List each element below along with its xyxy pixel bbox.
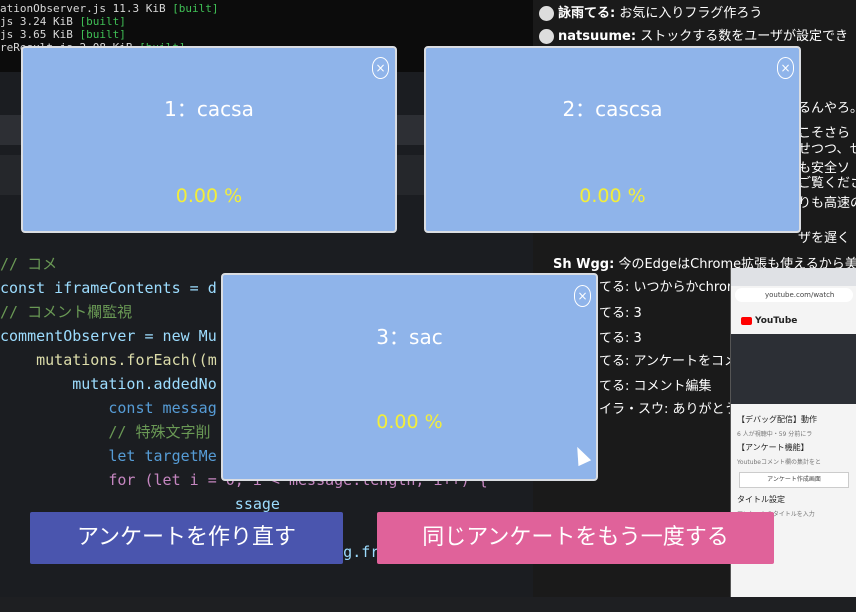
chat-message: るんやろ。	[798, 101, 856, 116]
avatar	[539, 29, 554, 44]
survey-option-card-2: × 2：cascsa 0.00 %	[424, 46, 801, 233]
option-label: 3：sac	[376, 325, 443, 349]
terminal-line: ationObserver.js 11.3 KiB [built]	[0, 2, 219, 15]
close-icon[interactable]: ×	[372, 57, 389, 79]
chat-message: てる: 3	[599, 331, 642, 346]
close-icon[interactable]: ×	[574, 285, 591, 307]
browser-address-bar[interactable]: youtube.com/watch	[735, 288, 853, 302]
browser-tab-strip	[731, 268, 856, 286]
viewer-count: 6 人が視聴中・59 分前にラ	[737, 431, 813, 438]
chat-message: ご覧くださ	[798, 176, 856, 191]
create-survey-button[interactable]: アンケート作成画面	[739, 472, 849, 488]
chat-message: ザを遅く	[798, 231, 851, 246]
chat-message: てる: コメント編集	[599, 379, 712, 394]
chat-message: natsuume: ストックする数をユーザが設定でき	[539, 25, 848, 44]
chat-message: 詠雨てる: お気に入りフラグ作ろう	[539, 2, 762, 21]
youtube-logo: YouTube	[741, 316, 856, 326]
option-percent: 0.00 %	[376, 411, 443, 433]
option-percent: 0.00 %	[175, 185, 243, 207]
video-title: 【デバッグ配信】動作	[737, 415, 817, 424]
terminal-line: js 3.24 KiB [built]	[0, 15, 126, 28]
title-setting-label: タイトル設定	[737, 495, 785, 504]
chat-message: りも高速の	[798, 196, 856, 211]
feature-description: Youtubeコメント欄の集計をと	[737, 459, 821, 466]
chat-message: てる: 3	[599, 306, 642, 321]
survey-option-card-1: × 1：cacsa 0.00 %	[21, 46, 397, 233]
repeat-survey-button[interactable]: 同じアンケートをもう一度する	[377, 512, 774, 564]
option-label: 1：cacsa	[164, 97, 254, 121]
avatar	[539, 6, 554, 21]
close-icon[interactable]: ×	[777, 57, 794, 79]
video-player[interactable]	[731, 334, 856, 404]
option-percent: 0.00 %	[579, 185, 646, 207]
chat-message: せつつ、せ	[798, 142, 856, 157]
option-label: 2：cascsa	[562, 97, 663, 121]
youtube-play-icon	[741, 316, 752, 325]
feature-heading: 【アンケート機能】	[737, 443, 809, 452]
remake-survey-button[interactable]: アンケートを作り直す	[30, 512, 343, 564]
survey-option-card-3: × 3：sac 0.00 %	[221, 273, 598, 481]
terminal-line: js 3.65 KiB [built]	[0, 28, 126, 41]
